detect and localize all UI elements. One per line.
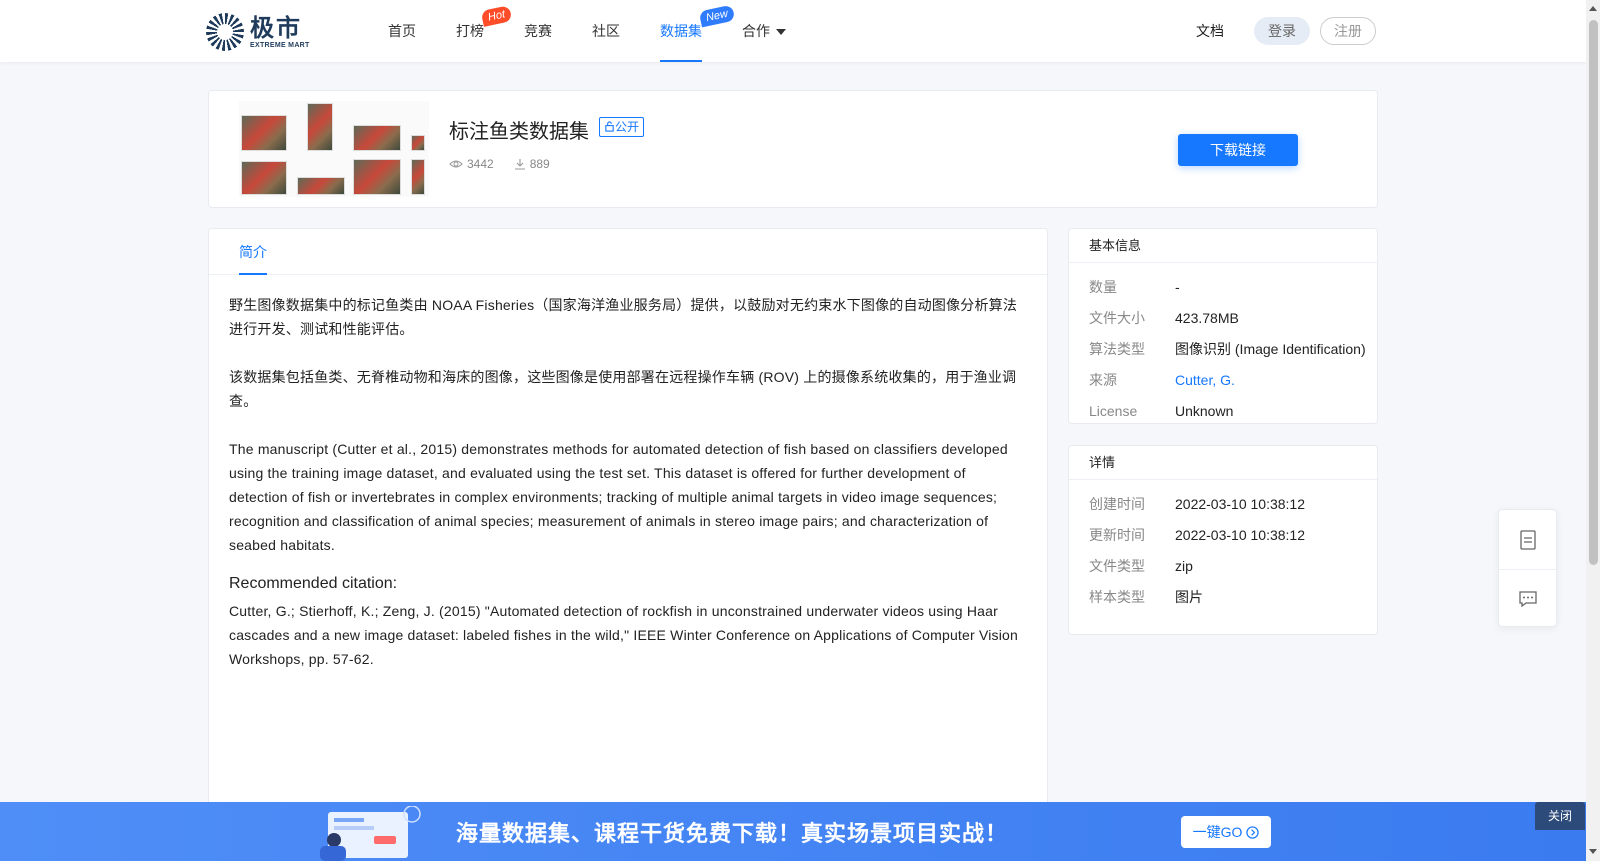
detail-row-updated: 更新时间 2022-03-10 10:38:12 — [1089, 526, 1305, 543]
detail-row-created: 创建时间 2022-03-10 10:38:12 — [1089, 495, 1305, 512]
register-button[interactable]: 注册 — [1320, 17, 1376, 45]
tab-bar: 简介 — [209, 229, 1047, 275]
caret-down-icon — [776, 29, 786, 36]
dataset-title: 标注鱼类数据集 — [449, 121, 589, 143]
feedback-button[interactable] — [1499, 569, 1556, 628]
site-logo[interactable]: 极市 EXTREME MART — [206, 13, 310, 51]
basic-info-title: 基本信息 — [1069, 229, 1377, 263]
top-header: 极市 EXTREME MART 首页 打榜 Hot 竞赛 社区 数据集 New 合作… — [0, 0, 1586, 62]
page-scrollbar[interactable] — [1586, 0, 1600, 861]
description-card: 简介 野生图像数据集中的标记鱼类由 NOAA Fisheries（国家海洋渔业服… — [208, 228, 1048, 861]
download-icon — [514, 159, 525, 170]
citation-heading: Recommended citation: — [229, 575, 398, 592]
nav-leaderboard[interactable]: 打榜 Hot — [456, 0, 513, 62]
info-row-algorithm: 算法类型 图像识别 (Image Identification) — [1089, 340, 1366, 357]
citation-text: Cutter, G.; Stierhoff, K.; Zeng, J. (201… — [229, 603, 1019, 667]
details-card: 详情 创建时间 2022-03-10 10:38:12 更新时间 2022-03-1… — [1068, 445, 1378, 635]
info-row-count: 数量 - — [1089, 278, 1180, 295]
detail-row-sampletype: 样本类型 图片 — [1089, 588, 1203, 605]
go-button[interactable]: 一键GO — [1181, 816, 1271, 848]
description-paragraph: The manuscript (Cutter et al., 2015) dem… — [229, 441, 1008, 553]
nav-community[interactable]: 社区 — [592, 0, 620, 62]
description-paragraph: 该数据集包括鱼类、无脊椎动物和海床的图像，这些图像是使用部署在远程操作车辆 (R… — [229, 369, 1017, 409]
description-paragraph: 野生图像数据集中的标记鱼类由 NOAA Fisheries（国家海洋渔业服务局）… — [229, 297, 1018, 337]
arrow-circle-right-icon — [1246, 826, 1260, 839]
promo-text: 海量数据集、课程干货免费下载！真实场景项目实战！ — [456, 821, 1009, 846]
logo-icon — [206, 13, 244, 51]
scroll-thumb[interactable] — [1589, 20, 1598, 565]
promo-banner: 海量数据集、课程干货免费下载！真实场景项目实战！ 一键GO 关闭 — [0, 802, 1586, 861]
nav-cooperation[interactable]: 合作 — [742, 0, 786, 62]
new-badge: New — [698, 4, 736, 28]
nav-home[interactable]: 首页 — [388, 0, 416, 62]
detail-row-filetype: 文件类型 zip — [1089, 557, 1193, 574]
nav-competition[interactable]: 竞赛 — [524, 0, 552, 62]
close-banner-button[interactable]: 关闭 — [1535, 802, 1585, 830]
info-row-source: 来源 Cutter, G. — [1089, 371, 1235, 388]
promo-illustration-icon — [320, 806, 421, 861]
view-count: 3442 — [449, 157, 494, 171]
main-nav: 首页 打榜 Hot 竞赛 社区 数据集 New 合作 — [388, 0, 826, 62]
info-row-size: 文件大小 423.78MB — [1089, 309, 1239, 326]
source-link[interactable]: Cutter, G. — [1175, 372, 1235, 388]
info-row-license: License Unknown — [1089, 402, 1234, 419]
dataset-thumbnail — [239, 101, 429, 197]
basic-info-card: 基本信息 数量 - 文件大小 423.78MB 算法类型 图像识别 (Image Id… — [1068, 228, 1378, 424]
dataset-header-card: 标注鱼类数据集 公开 3442 889 下载链接 — [208, 90, 1378, 208]
lock-open-icon — [605, 121, 614, 132]
nav-datasets[interactable]: 数据集 New — [660, 0, 736, 62]
scroll-down-arrow-icon[interactable] — [1589, 849, 1597, 854]
tab-intro[interactable]: 简介 — [239, 229, 267, 275]
logo-text: 极市 — [250, 14, 302, 42]
hot-badge: Hot — [480, 5, 513, 27]
details-title: 详情 — [1069, 446, 1377, 480]
public-badge: 公开 — [599, 117, 645, 137]
scroll-up-arrow-icon[interactable] — [1589, 6, 1597, 11]
download-link-button[interactable]: 下载链接 — [1178, 134, 1298, 166]
chat-icon — [1518, 591, 1537, 608]
download-count: 889 — [514, 157, 550, 171]
docs-link[interactable]: 文档 — [1196, 17, 1224, 45]
login-button[interactable]: 登录 — [1254, 17, 1310, 45]
document-icon — [1519, 529, 1536, 550]
logo-subtext: EXTREME MART — [250, 41, 310, 49]
floating-toolbox — [1498, 509, 1557, 627]
eye-icon — [449, 160, 463, 168]
document-button[interactable] — [1499, 510, 1556, 569]
description-content: 野生图像数据集中的标记鱼类由 NOAA Fisheries（国家海洋渔业服务局）… — [209, 275, 1047, 713]
